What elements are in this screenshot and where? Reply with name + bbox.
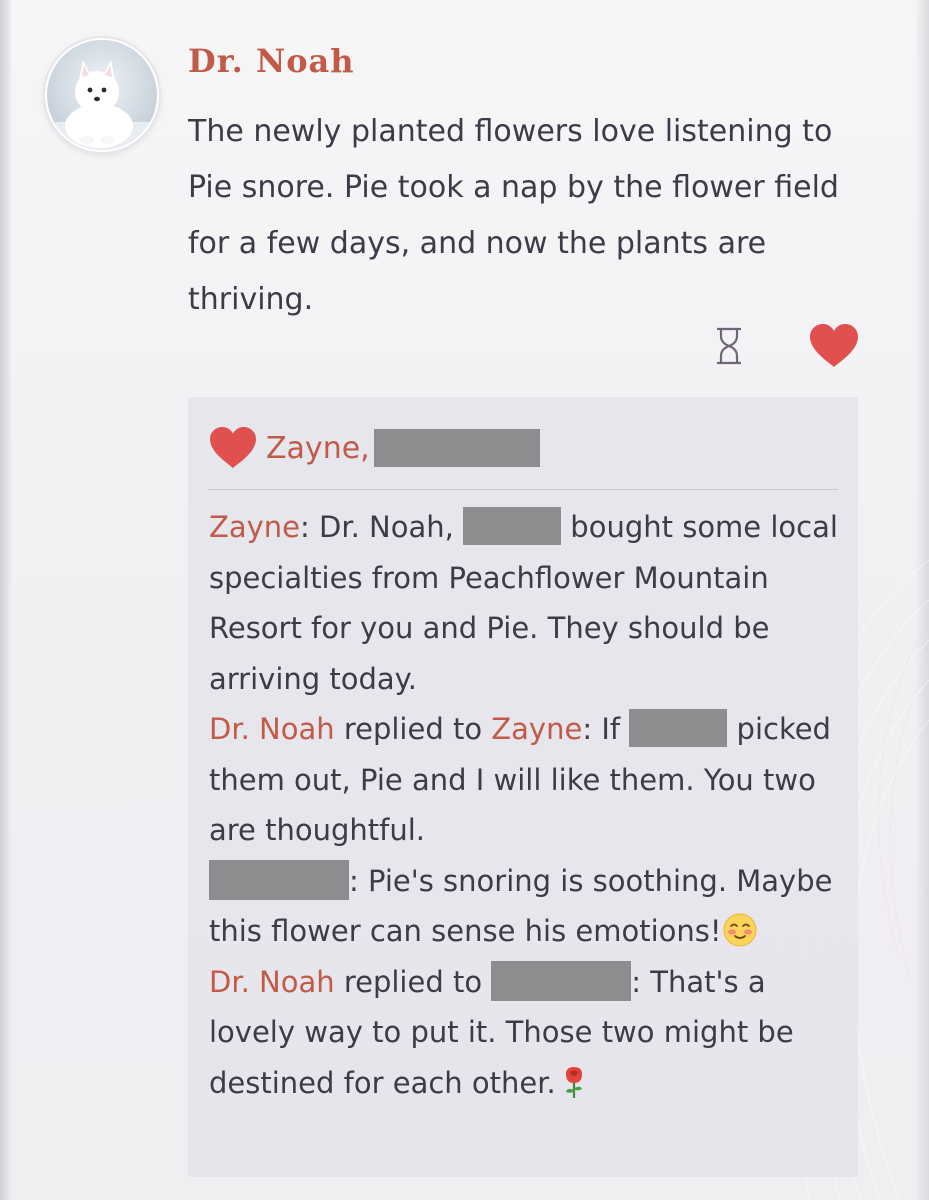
- divider: [208, 489, 838, 490]
- replied-to-text: replied to: [334, 712, 492, 746]
- right-edge-shadow: [915, 0, 929, 1200]
- comment: : Pie's snoring is soothing. Maybe this …: [209, 856, 849, 957]
- post-author-name[interactable]: Dr. Noah: [188, 42, 355, 80]
- comment-text: : If: [582, 712, 630, 746]
- redacted-name: [629, 709, 728, 747]
- heart-icon: [210, 426, 256, 469]
- blushing-face-emoji-icon: [723, 913, 757, 947]
- comment-list: Zayne: Dr. Noah, bought some local speci…: [209, 502, 849, 1108]
- like-button[interactable]: [804, 320, 864, 372]
- replied-to-text: replied to: [334, 964, 492, 999]
- comment: Zayne: Dr. Noah, bought some local speci…: [209, 502, 849, 704]
- comment-author[interactable]: Zayne: [209, 510, 300, 544]
- comment-author[interactable]: Dr. Noah: [209, 965, 335, 999]
- page: Dr. Noah The newly planted flowers love …: [0, 0, 929, 1200]
- reply-target[interactable]: Zayne: [491, 712, 582, 746]
- post-text: The newly planted flowers love listening…: [188, 114, 839, 317]
- hourglass-icon: [717, 327, 741, 365]
- likes-row: Zayne,: [208, 425, 540, 471]
- likes-names: Zayne,: [266, 429, 540, 467]
- redacted-name: [463, 507, 562, 545]
- likes-heart: [208, 426, 258, 470]
- hourglass-button[interactable]: [705, 322, 753, 370]
- rose-emoji-icon: [565, 1066, 582, 1098]
- comments-card: Zayne, Zayne: Dr. Noah, bought some loca…: [188, 397, 858, 1177]
- redacted-name: [373, 429, 540, 467]
- comment-text: : Dr. Noah,: [300, 510, 464, 544]
- redacted-name: [209, 859, 349, 900]
- comment: Dr. Noah replied to Zayne: If picked the…: [209, 704, 849, 856]
- comment: Dr. Noah replied to : That's a lovely wa…: [209, 957, 849, 1109]
- author-avatar[interactable]: [45, 38, 159, 152]
- samoyed-dog-avatar-icon: [47, 40, 157, 150]
- comment-author[interactable]: Dr. Noah: [209, 712, 335, 746]
- liker-name[interactable]: Zayne,: [266, 431, 370, 466]
- left-edge-shadow: [0, 0, 12, 1200]
- heart-icon: [810, 324, 858, 367]
- redacted-name: [491, 960, 632, 1001]
